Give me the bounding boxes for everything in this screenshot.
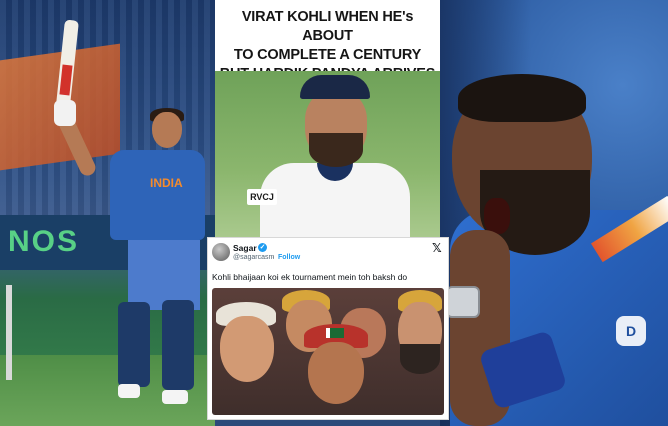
left-batting-pad bbox=[118, 302, 150, 387]
tweet-author-handle[interactable]: @sagarcasm bbox=[233, 254, 274, 261]
left-shoe bbox=[118, 384, 140, 398]
tweet-image-cartoon-crowd[interactable] bbox=[212, 288, 444, 415]
verified-badge-icon: ✓ bbox=[258, 243, 267, 252]
wrist-watch bbox=[446, 286, 480, 318]
stump bbox=[6, 285, 12, 380]
watermark-logo: RVCJ bbox=[247, 189, 277, 205]
player-head bbox=[152, 112, 182, 148]
player-cap bbox=[300, 75, 370, 99]
right-shoe bbox=[162, 390, 188, 404]
left-photo-virat-kohli: NOS INDIA bbox=[0, 0, 215, 426]
tweet-text: Kohli bhaijaan koi ek tournament mein to… bbox=[212, 272, 408, 282]
cartoon-face bbox=[308, 342, 364, 404]
meme-photo-kohli-stare: RVCJ bbox=[215, 71, 440, 237]
tweet-author-name[interactable]: Sagar bbox=[233, 243, 257, 253]
cartoon-beard bbox=[400, 344, 440, 374]
avatar[interactable] bbox=[212, 243, 230, 261]
meme-card: VIRAT KOHLI WHEN HE's ABOUT TO COMPLETE … bbox=[215, 0, 440, 237]
open-mouth bbox=[484, 198, 510, 234]
tweet-card: Sagar ✓ @sagarcasm · Follow 𝕏 Kohli bhai… bbox=[207, 237, 449, 420]
sponsor-logo: D bbox=[616, 316, 646, 346]
batting-glove bbox=[54, 100, 76, 126]
follow-button[interactable]: Follow bbox=[278, 254, 300, 261]
right-batting-pad bbox=[162, 300, 194, 390]
right-photo-hardik-pandya: D bbox=[440, 0, 668, 426]
x-logo-icon[interactable]: 𝕏 bbox=[432, 241, 442, 255]
board-text: NOS bbox=[8, 225, 80, 258]
pakistan-flag-icon bbox=[326, 328, 344, 338]
player-beard bbox=[309, 133, 363, 167]
player-jersey bbox=[110, 150, 205, 240]
player-hair bbox=[458, 74, 586, 122]
cartoon-face bbox=[220, 316, 274, 382]
jersey-text: INDIA bbox=[150, 176, 183, 190]
separator-dot: · bbox=[272, 254, 275, 261]
